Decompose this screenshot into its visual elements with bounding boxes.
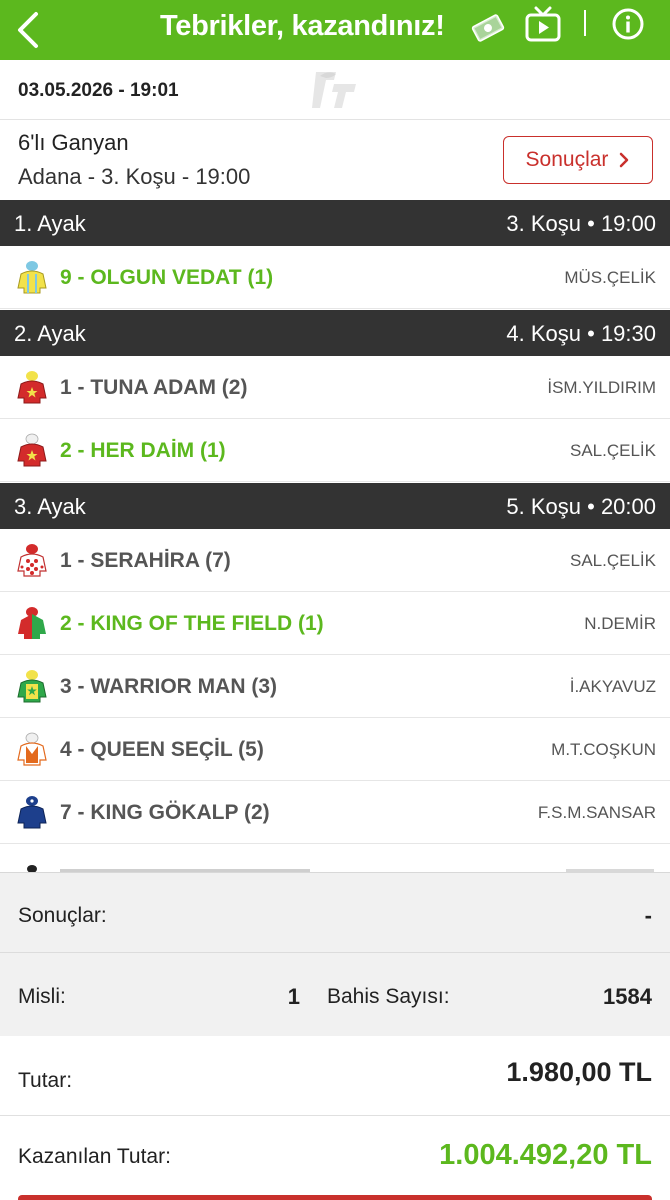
back-icon (18, 12, 38, 48)
horse-name: 1 - SERAHİRA (7) (60, 549, 231, 572)
jockey-silk-icon (17, 371, 47, 404)
horse-name: 2 - HER DAİM (1) (60, 439, 226, 462)
jockey-silk-icon (17, 544, 47, 577)
jockey-silk-icon (18, 607, 46, 639)
jockey-name: İSM.YILDIRIM (547, 378, 656, 397)
results-button-label: Sonuçlar (525, 148, 609, 171)
horse-row[interactable]: 9 - OLGUN VEDAT (1) MÜS.ÇELİK (0, 246, 670, 309)
results-button[interactable]: Sonuçlar (503, 136, 653, 184)
horse-name: 4 - QUEEN SEÇİL (5) (60, 738, 264, 761)
horse-name: 3 - WARRIOR MAN (3) (60, 675, 277, 698)
leg-race: 3. Koşu • 19:00 (506, 211, 656, 236)
jockey-name: İ.AKYAVUZ (569, 677, 656, 696)
jockey-name: N.DEMİR (584, 614, 656, 633)
live-tv-button[interactable] (524, 6, 562, 44)
bet-type: 6'lı Ganyan (18, 130, 129, 155)
jockey-silk-icon (17, 732, 47, 766)
leg-label: 3. Ayak (14, 494, 86, 519)
horse-name: 9 - OLGUN VEDAT (1) (60, 266, 274, 289)
horse-name: 7 - KING GÖKALP (2) (60, 801, 270, 824)
leg-race: 4. Koşu • 19:30 (506, 321, 656, 346)
horse-name: 2 - KING OF THE FIELD (1) (60, 612, 324, 635)
leg-header-1: 1. Ayak 3. Koşu • 19:00 (0, 200, 670, 246)
top-bar: Tebrikler, kazandınız! (0, 0, 670, 60)
horse-row[interactable]: 1 - TUNA ADAM (2) İSM.YILDIRIM (0, 356, 670, 419)
jockey-name: F.S.M.SANSAR (537, 803, 656, 822)
results-label: Sonuçlar: (18, 904, 107, 927)
horse-row[interactable]: 2 - HER DAİM (1) SAL.ÇELİK (0, 419, 670, 482)
summary-bet-row: Misli: 1 Bahis Sayısı: 1584 (0, 954, 670, 1037)
jockey-silk-icon (17, 670, 47, 703)
header-divider (584, 10, 586, 36)
results-value: - (644, 903, 652, 928)
horse-row[interactable]: 2 - KING OF THE FIELD (1) N.DEMİR (0, 592, 670, 655)
multiplier-label: Misli: (18, 985, 66, 1008)
horse-row[interactable]: 7 - KING GÖKALP (2) F.S.M.SANSAR (0, 781, 670, 844)
jockey-name: MÜS.ÇELİK (564, 268, 656, 287)
ticket-datetime: 03.05.2026 - 19:01 (18, 80, 179, 101)
brand-logo-icon (312, 72, 356, 108)
jockey-silk-icon (17, 433, 47, 467)
jockey-name: M.T.COŞKUN (551, 740, 656, 759)
horse-row[interactable]: 3 - WARRIOR MAN (3) İ.AKYAVUZ (0, 655, 670, 718)
leg-header-3: 3. Ayak 5. Koşu • 20:00 (0, 483, 670, 529)
jockey-silk-icon (17, 261, 47, 294)
won-amount-label: Kazanılan Tutar: (18, 1145, 171, 1168)
leg-label: 1. Ayak (14, 211, 86, 236)
back-button[interactable] (10, 6, 50, 54)
jockey-name: SAL.ÇELİK (570, 551, 656, 570)
info-button[interactable] (612, 8, 644, 40)
tv-icon (525, 6, 561, 42)
amount-label: Tutar: (18, 1069, 73, 1092)
leg-label: 2. Ayak (14, 321, 86, 346)
leg-header-2: 2. Ayak 4. Koşu • 19:30 (0, 310, 670, 356)
won-amount-value: 1.004.492,20 TL (439, 1139, 652, 1171)
bet-count-value: 1584 (603, 984, 652, 1009)
multiplier-value: 1 (287, 984, 300, 1009)
money-icon (471, 14, 505, 42)
leg-race: 5. Koşu • 20:00 (506, 494, 656, 519)
amount-block: Tutar: 1.980,00 TL Kazanılan Tutar: 1.00… (0, 1036, 670, 1200)
horse-row[interactable]: 4 - QUEEN SEÇİL (5) M.T.COŞKUN (0, 718, 670, 781)
race-info: Adana - 3. Koşu - 19:00 (18, 164, 251, 189)
jockey-silk-icon (17, 796, 47, 829)
horse-name: 1 - TUNA ADAM (2) (60, 376, 248, 399)
horse-row[interactable]: 1 - SERAHİRA (7) SAL.ÇELİK (0, 529, 670, 592)
summary-divider (0, 1115, 670, 1116)
info-icon (612, 8, 644, 40)
bet-count-label: Bahis Sayısı: (327, 985, 450, 1008)
chevron-right-icon (620, 152, 629, 168)
action-button-edge[interactable] (18, 1195, 652, 1200)
page-title: Tebrikler, kazandınız! (160, 10, 445, 42)
amount-value: 1.980,00 TL (506, 1057, 652, 1087)
summary-results-row: Sonuçlar: - (0, 873, 670, 953)
jockey-name: SAL.ÇELİK (570, 441, 656, 460)
